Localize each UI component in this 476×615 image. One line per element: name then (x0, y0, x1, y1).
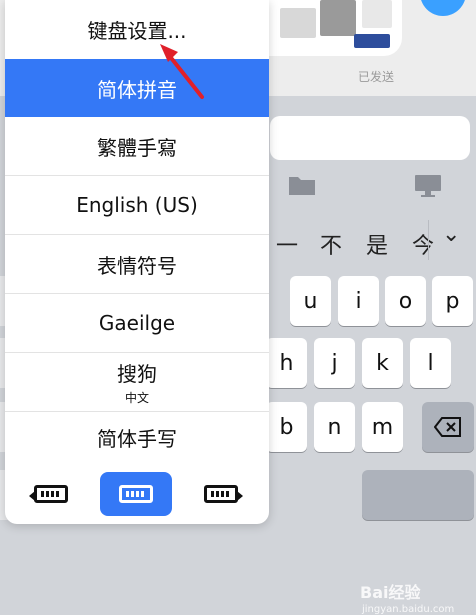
watermark-url: jingyan.baidu.com (362, 604, 455, 615)
annotation-arrow-icon (160, 44, 204, 99)
watermark-brand: Bai经验 (360, 583, 421, 602)
